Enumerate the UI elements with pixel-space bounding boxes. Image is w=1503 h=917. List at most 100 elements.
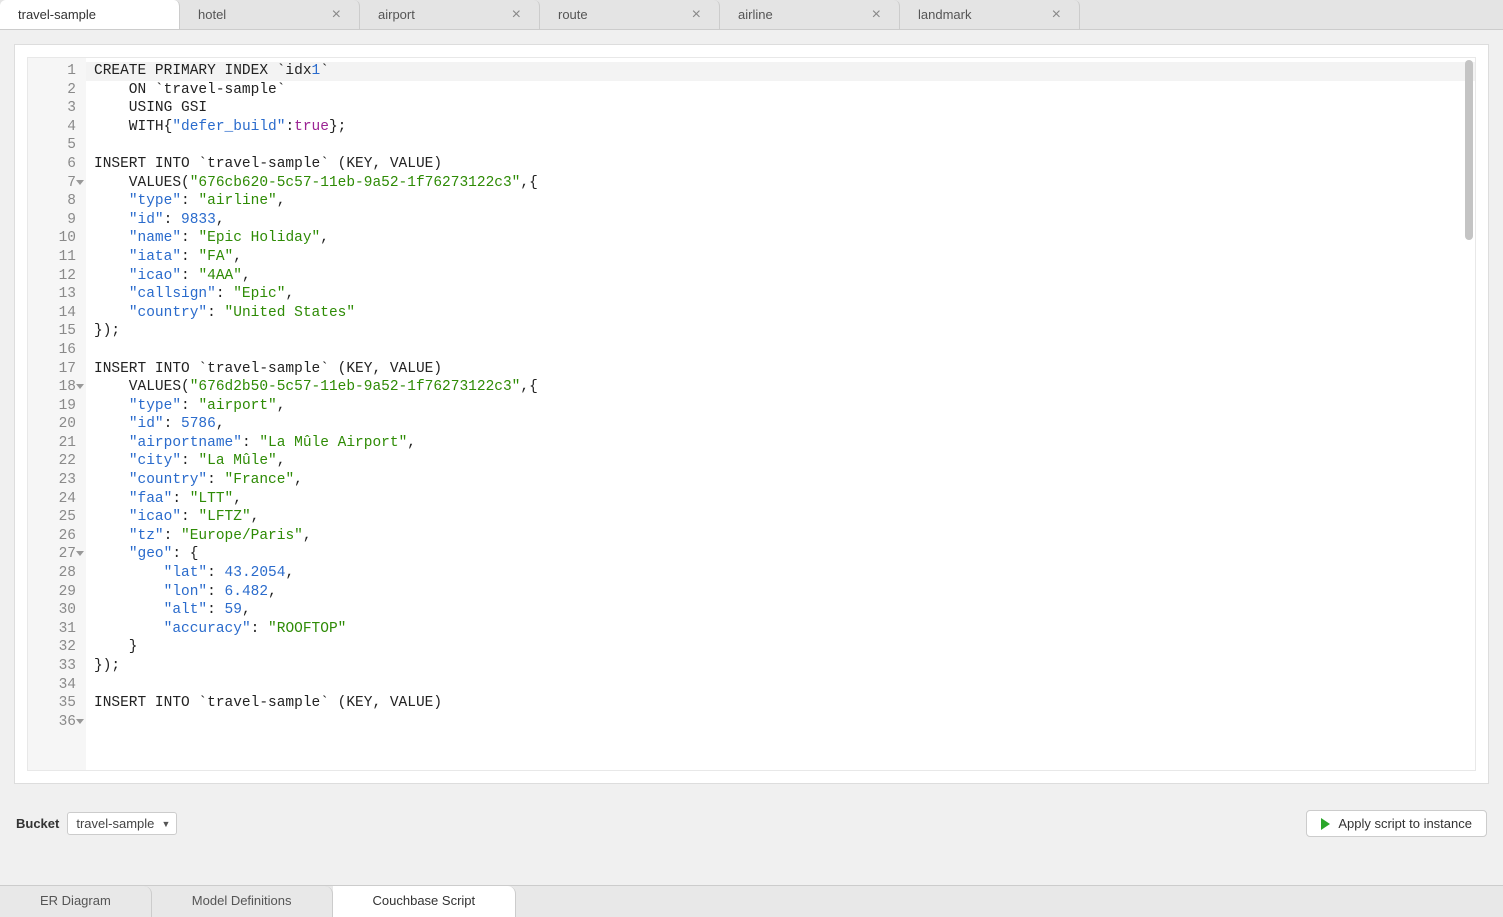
line-number: 16 bbox=[34, 341, 76, 360]
code-line[interactable]: "country": "France", bbox=[94, 471, 1467, 490]
code-line[interactable]: "id": 5786, bbox=[94, 415, 1467, 434]
tab-route[interactable]: route× bbox=[540, 0, 720, 29]
code-line[interactable] bbox=[94, 713, 1467, 732]
line-number: 26 bbox=[34, 527, 76, 546]
line-number: 29 bbox=[34, 583, 76, 602]
code-line[interactable]: "city": "La Mûle", bbox=[94, 452, 1467, 471]
line-number: 12 bbox=[34, 267, 76, 286]
tab-label: hotel bbox=[198, 7, 226, 22]
line-number: 28 bbox=[34, 564, 76, 583]
code-line[interactable]: CREATE PRIMARY INDEX `idx1` bbox=[86, 62, 1475, 81]
code-line[interactable]: "callsign": "Epic", bbox=[94, 285, 1467, 304]
line-number: 36 bbox=[34, 713, 76, 732]
line-number: 15 bbox=[34, 322, 76, 341]
line-number: 2 bbox=[34, 81, 76, 100]
line-number: 27 bbox=[34, 545, 76, 564]
code-line[interactable]: "geo": { bbox=[94, 545, 1467, 564]
view-tab-label: ER Diagram bbox=[40, 893, 111, 908]
code-line[interactable]: VALUES("676d2b50-5c57-11eb-9a52-1f762731… bbox=[94, 378, 1467, 397]
code-line[interactable] bbox=[94, 341, 1467, 360]
code-line[interactable]: }); bbox=[94, 657, 1467, 676]
tab-label: landmark bbox=[918, 7, 971, 22]
code-line[interactable]: "name": "Epic Holiday", bbox=[94, 229, 1467, 248]
bottom-toolbar: Bucket travel-sample Apply script to ins… bbox=[0, 798, 1503, 843]
code-line[interactable]: "country": "United States" bbox=[94, 304, 1467, 323]
code-line[interactable]: "accuracy": "ROOFTOP" bbox=[94, 620, 1467, 639]
code-line[interactable] bbox=[94, 676, 1467, 695]
close-icon[interactable]: × bbox=[500, 7, 521, 23]
line-number: 24 bbox=[34, 490, 76, 509]
code-content[interactable]: CREATE PRIMARY INDEX `idx1` ON `travel-s… bbox=[86, 58, 1475, 770]
code-line[interactable]: "icao": "4AA", bbox=[94, 267, 1467, 286]
code-editor[interactable]: 1234567891011121314151617181920212223242… bbox=[27, 57, 1476, 771]
tab-label: travel-sample bbox=[18, 7, 96, 22]
code-line[interactable] bbox=[94, 136, 1467, 155]
line-number: 5 bbox=[34, 136, 76, 155]
code-line[interactable]: VALUES("676cb620-5c57-11eb-9a52-1f762731… bbox=[94, 174, 1467, 193]
line-number: 25 bbox=[34, 508, 76, 527]
code-line[interactable]: ON `travel-sample` bbox=[94, 81, 1467, 100]
code-line[interactable]: "airportname": "La Mûle Airport", bbox=[94, 434, 1467, 453]
tab-label: airline bbox=[738, 7, 773, 22]
code-line[interactable]: WITH{"defer_build":true}; bbox=[94, 118, 1467, 137]
line-number: 14 bbox=[34, 304, 76, 323]
code-line[interactable]: "id": 9833, bbox=[94, 211, 1467, 230]
line-number: 34 bbox=[34, 676, 76, 695]
document-tabs: travel-samplehotel×airport×route×airline… bbox=[0, 0, 1503, 30]
code-line[interactable]: USING GSI bbox=[94, 99, 1467, 118]
tab-airline[interactable]: airline × bbox=[720, 0, 900, 29]
code-line[interactable]: "type": "airport", bbox=[94, 397, 1467, 416]
code-line[interactable]: "type": "airline", bbox=[94, 192, 1467, 211]
line-number: 17 bbox=[34, 360, 76, 379]
line-number: 6 bbox=[34, 155, 76, 174]
code-line[interactable]: "iata": "FA", bbox=[94, 248, 1467, 267]
line-number: 35 bbox=[34, 694, 76, 713]
bucket-select[interactable]: travel-sample bbox=[67, 812, 177, 835]
play-icon bbox=[1321, 818, 1330, 830]
view-tabs: ER Diagram Model Definitions Couchbase Scr… bbox=[0, 885, 1503, 917]
code-line[interactable]: INSERT INTO `travel-sample` (KEY, VALUE) bbox=[94, 360, 1467, 379]
line-number: 32 bbox=[34, 638, 76, 657]
close-icon[interactable]: × bbox=[1040, 7, 1061, 23]
tab-label: airport bbox=[378, 7, 415, 22]
code-line[interactable]: "tz": "Europe/Paris", bbox=[94, 527, 1467, 546]
view-tab-label: Couchbase Script bbox=[373, 893, 476, 908]
tab-landmark[interactable]: landmark × bbox=[900, 0, 1080, 29]
apply-script-button[interactable]: Apply script to instance bbox=[1306, 810, 1487, 837]
code-line[interactable]: }); bbox=[94, 322, 1467, 341]
code-line[interactable]: "faa": "LTT", bbox=[94, 490, 1467, 509]
code-line[interactable]: INSERT INTO `travel-sample` (KEY, VALUE) bbox=[94, 155, 1467, 174]
line-number: 13 bbox=[34, 285, 76, 304]
line-number: 23 bbox=[34, 471, 76, 490]
view-tab-label: Model Definitions bbox=[192, 893, 292, 908]
view-tab-er-diagram[interactable]: ER Diagram bbox=[0, 886, 152, 917]
line-number: 3 bbox=[34, 99, 76, 118]
code-line[interactable]: INSERT INTO `travel-sample` (KEY, VALUE) bbox=[94, 694, 1467, 713]
line-number: 31 bbox=[34, 620, 76, 639]
line-number: 4 bbox=[34, 118, 76, 137]
line-number: 11 bbox=[34, 248, 76, 267]
line-number-gutter: 1234567891011121314151617181920212223242… bbox=[28, 58, 86, 770]
code-line[interactable]: "icao": "LFTZ", bbox=[94, 508, 1467, 527]
code-line[interactable]: "lon": 6.482, bbox=[94, 583, 1467, 602]
line-number: 30 bbox=[34, 601, 76, 620]
line-number: 8 bbox=[34, 192, 76, 211]
main-panel: 1234567891011121314151617181920212223242… bbox=[14, 44, 1489, 784]
close-icon[interactable]: × bbox=[320, 7, 341, 23]
line-number: 19 bbox=[34, 397, 76, 416]
close-icon[interactable]: × bbox=[680, 7, 701, 23]
code-line[interactable]: "alt": 59, bbox=[94, 601, 1467, 620]
tab-travel-sample[interactable]: travel-sample bbox=[0, 0, 180, 29]
view-tab-model-definitions[interactable]: Model Definitions bbox=[152, 886, 333, 917]
view-tab-couchbase-script[interactable]: Couchbase Script bbox=[333, 886, 517, 917]
code-line[interactable]: } bbox=[94, 638, 1467, 657]
line-number: 10 bbox=[34, 229, 76, 248]
tab-airport[interactable]: airport × bbox=[360, 0, 540, 29]
close-icon[interactable]: × bbox=[860, 7, 881, 23]
tab-hotel[interactable]: hotel × bbox=[180, 0, 360, 29]
apply-button-label: Apply script to instance bbox=[1338, 816, 1472, 831]
line-number: 18 bbox=[34, 378, 76, 397]
editor-scrollbar[interactable] bbox=[1465, 60, 1473, 240]
code-line[interactable]: "lat": 43.2054, bbox=[94, 564, 1467, 583]
line-number: 7 bbox=[34, 174, 76, 193]
